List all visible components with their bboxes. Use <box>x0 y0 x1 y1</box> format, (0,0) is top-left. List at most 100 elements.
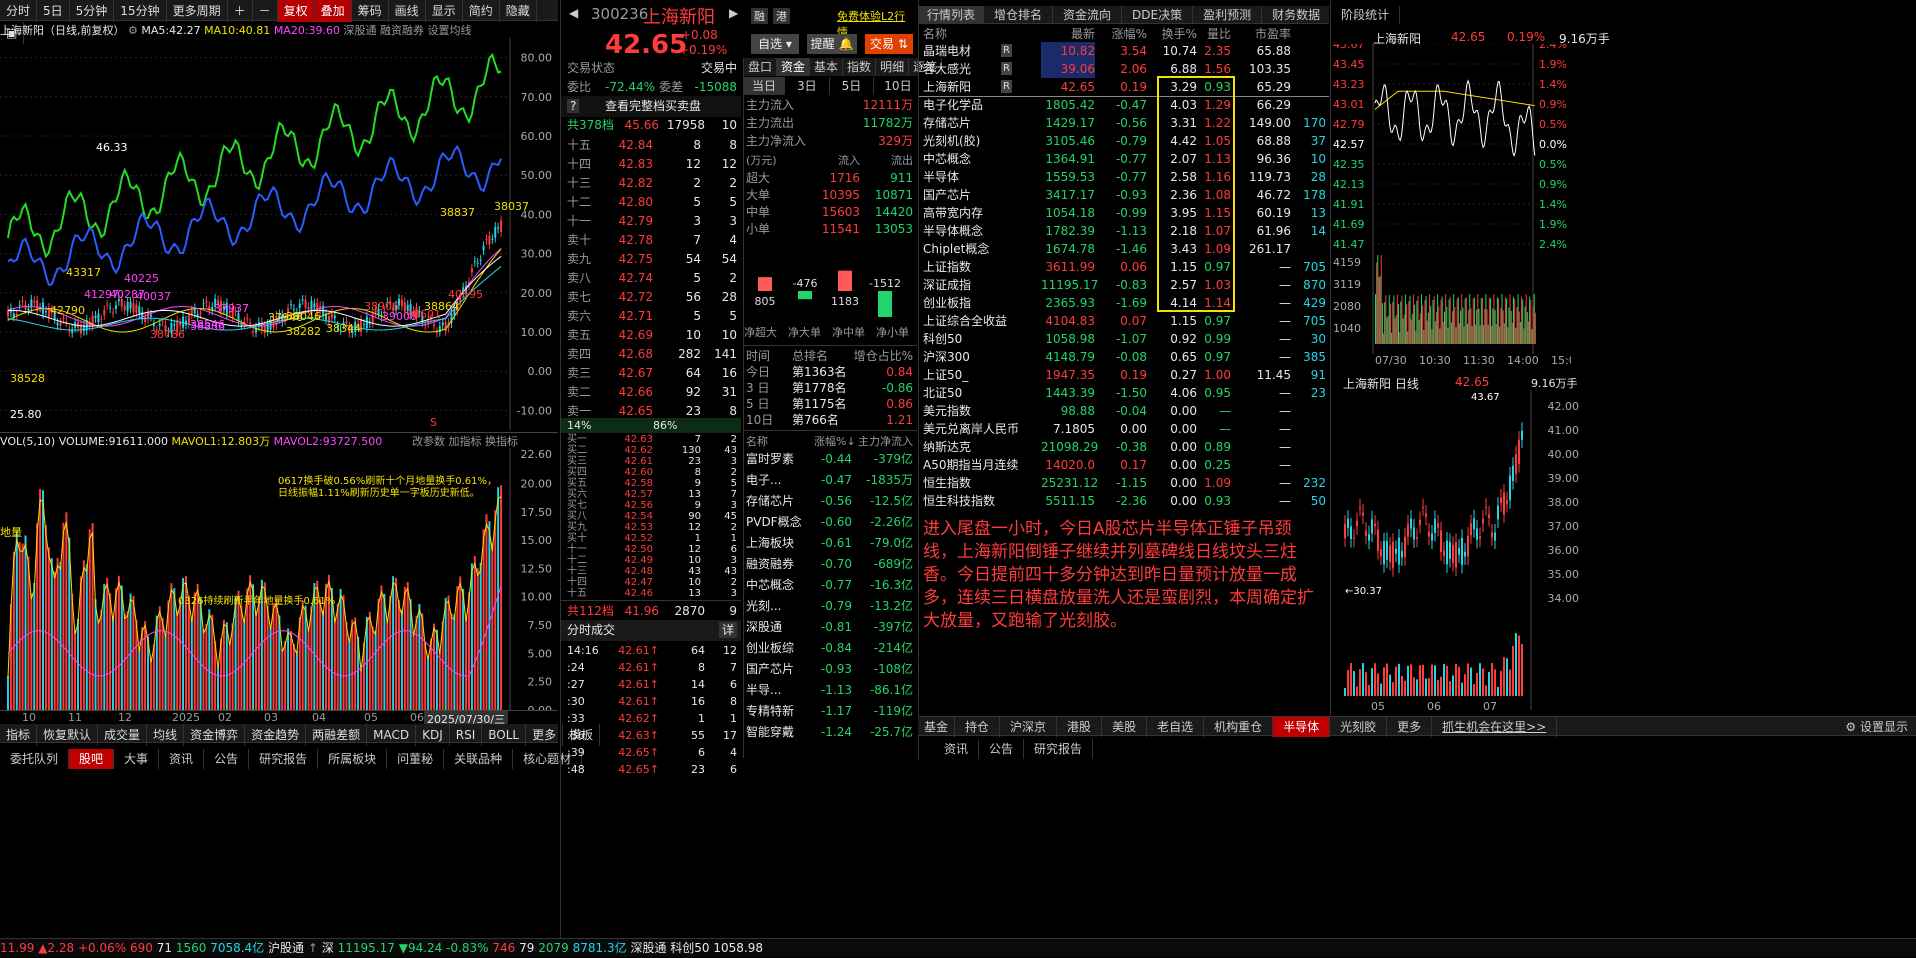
view-full-book-row[interactable]: ? 查看完整档买卖盘 <box>561 96 741 117</box>
view-full-book-link[interactable]: 查看完整档买卖盘 <box>605 96 701 117</box>
market-tab[interactable]: 资金流向 <box>1053 6 1123 24</box>
kline-link-rzrq[interactable]: 融资融券 <box>380 24 424 37</box>
hide-button[interactable]: 隐藏 <box>500 0 537 22</box>
mk-bottom-tab[interactable]: 基金 <box>918 717 956 737</box>
minus-icon[interactable]: － <box>253 0 278 22</box>
sub-tab[interactable]: 股吧 <box>69 749 115 769</box>
market-row[interactable]: 高带宽内存 1054.18 -0.99 3.95 1.15 60.19 13 <box>919 204 1328 222</box>
market-row[interactable]: 国产芯片 3417.17 -0.93 2.36 1.08 46.72 178 <box>919 186 1328 204</box>
period-5day-button[interactable]: 5日 <box>37 0 70 22</box>
market-row[interactable]: 上证综合全收益 4104.83 0.07 1.15 0.97 — 705 <box>919 312 1328 330</box>
market-row[interactable]: 上证50_ 1947.35 0.19 0.27 1.00 11.45 91 <box>919 366 1328 384</box>
grab-opportunity-link[interactable]: 抓生机会在这里>> <box>1432 717 1558 737</box>
mk-bottom-tab[interactable]: 持仓 <box>955 717 1001 737</box>
flow-period[interactable]: 5日 <box>830 77 875 95</box>
sb-sh[interactable]: 沪股通 <box>268 941 304 955</box>
simple-button[interactable]: 简约 <box>463 0 500 22</box>
ind-tab[interactable]: KDJ <box>416 724 450 746</box>
alert-button[interactable]: 提醒 🔔 <box>807 34 857 54</box>
market-row[interactable]: 晶瑞电材 10.82 3.54 10.74 2.35 65.88 R <box>919 42 1328 60</box>
mk-sub-tab[interactable]: 研究报告 <box>1024 739 1094 759</box>
watchlist-dropdown[interactable]: 自选 ▾ <box>751 34 799 54</box>
sub-tab[interactable]: 大事 <box>114 749 160 769</box>
sb-sgt[interactable]: 深股通 <box>630 941 666 955</box>
market-row[interactable]: 北证50 1443.39 -1.50 4.06 0.95 — 23 <box>919 384 1328 402</box>
draw-line-button[interactable]: 画线 <box>389 0 426 22</box>
market-row[interactable]: 电子化学品 1805.42 -0.47 4.03 1.29 66.29 <box>919 96 1328 114</box>
mk-sub-tab[interactable]: 公告 <box>979 739 1025 759</box>
market-row[interactable]: 创业板指 2365.93 -1.69 4.14 1.14—429 <box>919 294 1328 312</box>
vol-link-swap[interactable]: 换指标 <box>485 435 518 448</box>
ind-tab[interactable]: 恢复默认 <box>37 724 99 746</box>
vol-link-add[interactable]: 加指标 <box>449 435 482 448</box>
overlay-button[interactable]: 叠加 <box>314 0 352 22</box>
sub-tab[interactable]: 关联品种 <box>444 749 514 769</box>
flow-period[interactable]: 10日 <box>874 77 921 95</box>
flow-tab[interactable]: 基本 <box>810 58 844 76</box>
display-button[interactable]: 显示 <box>426 0 463 22</box>
ind-tab[interactable]: MACD <box>367 724 417 746</box>
market-row[interactable]: Chiplet概念 1674.78 -1.46 3.43 1.09 261.17 <box>919 240 1328 258</box>
market-row[interactable]: 恒生科技指数 5511.15 -2.36 0.00 0.93 — 50 <box>919 492 1328 510</box>
flow-tab[interactable]: 盘口 <box>744 58 778 76</box>
ind-tab[interactable]: 资金博弈 <box>184 724 246 746</box>
kline-link-ma-settings[interactable]: 设置均线 <box>428 24 472 37</box>
flow-period[interactable]: 3日 <box>785 77 830 95</box>
market-row[interactable]: 容大感光 39.06 2.06 6.88 1.56 103.35 R <box>919 60 1328 78</box>
ind-tab[interactable]: 两融差额 <box>306 724 368 746</box>
market-row[interactable]: 上海新阳 42.65 0.19 3.29 0.93 65.29 R <box>919 78 1328 96</box>
market-tab[interactable]: 行情列表 <box>919 6 985 24</box>
ind-tab[interactable]: 成交量 <box>98 724 148 746</box>
market-row[interactable]: 半导体概念 1782.39 -1.13 2.18 1.07 61.96 14 <box>919 222 1328 240</box>
fuquan-button[interactable]: 复权 <box>277 0 315 22</box>
market-row[interactable]: A50期指当月连续 14020.0 0.17 0.00 0.25 — <box>919 456 1328 474</box>
market-row[interactable]: 科创50 1058.98 -1.07 0.92 0.99 — 30 <box>919 330 1328 348</box>
mk-bottom-tab[interactable]: 更多 <box>1387 717 1433 737</box>
ind-tab[interactable]: RSI <box>450 724 483 746</box>
sub-tab[interactable]: 资讯 <box>159 749 205 769</box>
ind-tab[interactable]: 指标 <box>0 724 38 746</box>
sub-tab[interactable]: 所属板块 <box>318 749 388 769</box>
prev-stock-icon[interactable]: ◀ <box>569 6 578 20</box>
flow-period[interactable]: 当日 <box>744 77 786 95</box>
sub-tab[interactable]: 委托队列 <box>0 749 70 769</box>
display-settings-link[interactable]: 设置显示 <box>1860 720 1908 734</box>
kline-link-sgt[interactable]: 深股通 <box>344 24 377 37</box>
market-tab[interactable]: 增仓排名 <box>984 6 1054 24</box>
mk-bottom-tab[interactable]: 港股 <box>1057 717 1103 737</box>
mk-bottom-tab[interactable]: 半导体 <box>1273 717 1331 737</box>
ind-tab[interactable]: BOLL <box>482 724 527 746</box>
vol-link-params[interactable]: 改参数 <box>412 435 445 448</box>
flow-tab[interactable]: 资金 <box>777 58 811 76</box>
sub-tab[interactable]: 研究报告 <box>249 749 319 769</box>
mk-bottom-tab[interactable]: 机构重仓 <box>1204 717 1274 737</box>
intraday-chart[interactable]: 43.67 2.4% 43.45 1.9% 43.23 1.4% 43.01 0.9% 42.7… <box>1331 44 1571 374</box>
chips-button[interactable]: 筹码 <box>352 0 389 22</box>
ind-tab[interactable]: 资金趋势 <box>245 724 307 746</box>
flow-tab[interactable]: 明细 <box>876 58 910 76</box>
mk-bottom-tab[interactable]: 老自选 <box>1147 717 1205 737</box>
mk-bottom-tab[interactable]: 沪深京 <box>1000 717 1058 737</box>
ticks-detail-button[interactable]: 详 <box>718 622 737 638</box>
market-row[interactable]: 存储芯片 1429.17 -0.56 3.31 1.22 149.00 170 <box>919 114 1328 132</box>
ind-tab[interactable]: 更多 <box>526 724 564 746</box>
market-row[interactable]: 恒生指数 25231.12 -1.15 0.00 1.09 — 232 <box>919 474 1328 492</box>
ind-tab[interactable]: 均线 <box>147 724 185 746</box>
sub-tab[interactable]: 公告 <box>204 749 250 769</box>
market-row[interactable]: 深证成指 11195.17 -0.83 2.57 1.03—870 <box>919 276 1328 294</box>
trade-button[interactable]: 交易 ⇅ <box>865 34 913 54</box>
market-row[interactable]: 光刻机(胶) 3105.46 -0.79 4.42 1.05 68.88 37 <box>919 132 1328 150</box>
market-row[interactable]: 美元兑离岸人民币 7.1805 0.00 0.00 — — <box>919 420 1328 438</box>
daily-chart[interactable]: 42.00 41.00 40.00 39.00 38.00 37.00 36.00 35.00… <box>1331 390 1581 716</box>
next-stock-icon[interactable]: ▶ <box>729 6 738 20</box>
mk-bottom-tab[interactable]: 美股 <box>1102 717 1148 737</box>
market-tab[interactable]: DDE决策 <box>1122 6 1194 24</box>
market-row[interactable]: 沪深300 4148.79 -0.08 0.65 0.97 — 385 <box>919 348 1328 366</box>
period-5min-button[interactable]: 5分钟 <box>70 0 115 22</box>
kline-chart[interactable]: 80.0070.0060.0050.0040.0030.0020.0010.00… <box>0 38 558 430</box>
market-tab[interactable]: 盈利预测 <box>1193 6 1263 24</box>
market-row[interactable]: 美元指数 98.88 -0.04 0.00 — — <box>919 402 1328 420</box>
market-row[interactable]: 中芯概念 1364.91 -0.77 2.07 1.13 96.36 10 <box>919 150 1328 168</box>
settings-gear-icon[interactable]: ⚙ <box>128 24 138 37</box>
mk-sub-tab[interactable]: 资讯 <box>934 739 980 759</box>
